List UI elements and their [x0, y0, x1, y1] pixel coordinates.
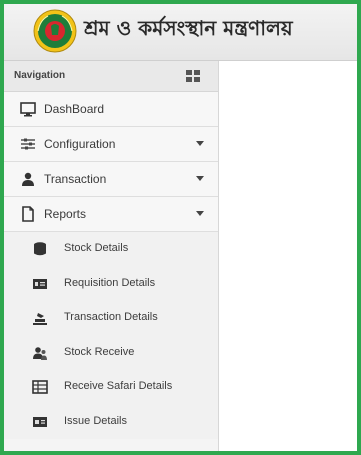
user-icon: [22, 172, 34, 186]
grid-icon: [32, 380, 48, 394]
sidebar-item-dashboard[interactable]: DashBoard: [4, 92, 218, 127]
app-header: শ্রম ও কর্মসংস্থান মন্ত্রণালয়: [4, 4, 357, 61]
users-icon: [33, 346, 47, 360]
id-card-icon: [33, 278, 47, 289]
sidebar-item-label: Reports: [44, 207, 87, 221]
sidebar-item-reports[interactable]: Reports: [4, 197, 218, 232]
submenu-item-label: Requisition Details: [64, 276, 156, 289]
submenu-item-issue-details[interactable]: Issue Details: [4, 405, 218, 440]
bangladesh-govt-logo: [33, 9, 77, 53]
stack-icon: [33, 313, 47, 325]
sidebar-item-label: Transaction: [44, 172, 107, 186]
submenu-item-label: Stock Receive: [64, 345, 135, 358]
sidebar-item-label: Configuration: [44, 137, 116, 151]
sidebar: Navigation DashBoard Configuration Trans…: [4, 61, 219, 451]
sidebar-item-label: DashBoard: [44, 102, 105, 116]
grid-toggle-icon[interactable]: [186, 70, 200, 82]
ministry-title: শ্রম ও কর্মসংস্থান মন্ত্রণালয়: [84, 16, 293, 40]
submenu-item-requisition-details[interactable]: Requisition Details: [4, 267, 218, 302]
submenu-item-receive-safari-details[interactable]: Receive Safari Details: [4, 370, 218, 405]
sidebar-item-configuration[interactable]: Configuration: [4, 127, 218, 162]
submenu-item-transaction-details[interactable]: Transaction Details: [4, 301, 218, 336]
app-frame: শ্রম ও কর্মসংস্থান মন্ত্রণালয় Navigatio…: [0, 0, 361, 455]
caret-down-icon: [196, 176, 204, 181]
monitor-icon: [20, 102, 36, 117]
caret-down-icon: [196, 141, 204, 146]
card-icon: [33, 416, 47, 427]
sliders-icon: [21, 138, 35, 150]
document-icon: [22, 206, 34, 222]
reports-submenu: Stock Details Requisition Details Transa…: [4, 232, 218, 439]
caret-down-icon: [196, 211, 204, 216]
sidebar-title: Navigation: [14, 70, 66, 81]
submenu-item-label: Transaction Details: [64, 311, 158, 323]
sidebar-item-transaction[interactable]: Transaction: [4, 162, 218, 197]
submenu-item-label: Receive Safari Details: [64, 380, 173, 392]
sidebar-header: Navigation: [4, 61, 218, 92]
submenu-item-stock-details[interactable]: Stock Details: [4, 232, 218, 267]
submenu-item-label: Stock Details: [64, 242, 129, 254]
content-area: [219, 61, 357, 451]
submenu-item-stock-receive[interactable]: Stock Receive: [4, 336, 218, 371]
database-icon: [34, 242, 46, 256]
submenu-item-label: Issue Details: [64, 414, 127, 427]
